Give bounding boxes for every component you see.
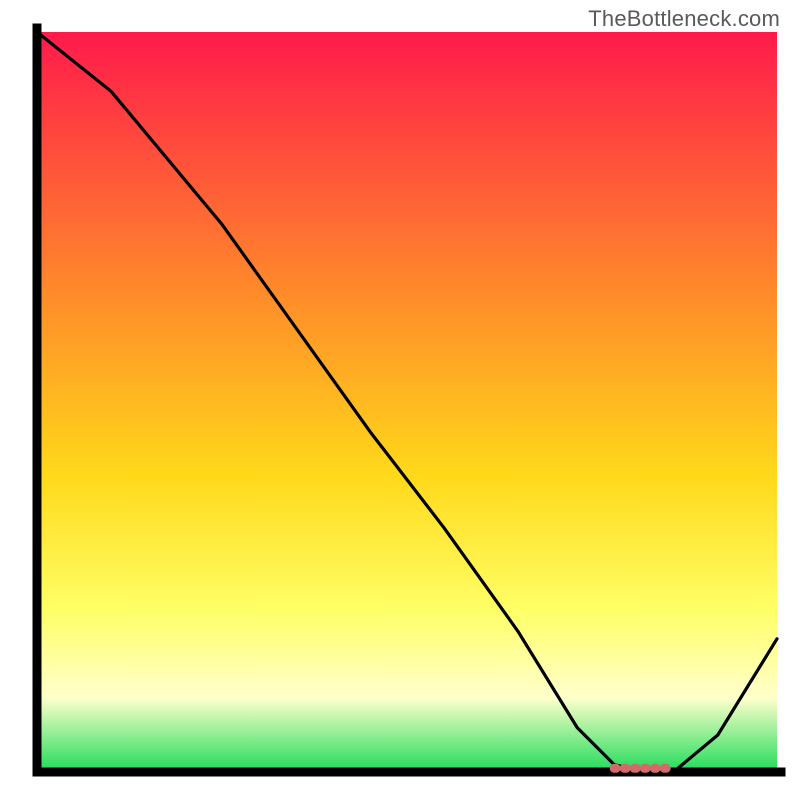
plot-background — [37, 32, 777, 772]
bottleneck-chart — [0, 0, 800, 800]
